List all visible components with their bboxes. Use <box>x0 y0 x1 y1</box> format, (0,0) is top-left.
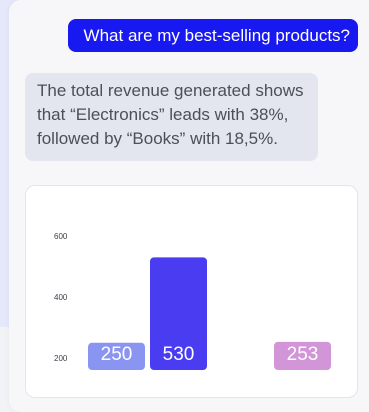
bar-chart-card: 200 400 600 250 530 125 253 <box>25 185 358 398</box>
user-message-bubble: What are my best-selling products? <box>68 19 358 52</box>
bar-value-label: 125 <box>225 344 257 365</box>
bar-chart: 200 400 600 250 530 125 253 <box>54 232 331 370</box>
y-tick-label: 400 <box>54 293 68 302</box>
bar-value-label: 253 <box>287 344 319 365</box>
y-tick-label: 200 <box>54 354 68 363</box>
assistant-message-bubble: The total revenue generated shows that “… <box>25 73 318 161</box>
bar-value-label: 250 <box>101 344 133 365</box>
y-tick-label: 600 <box>54 232 68 241</box>
bar-value-label: 530 <box>163 344 195 365</box>
